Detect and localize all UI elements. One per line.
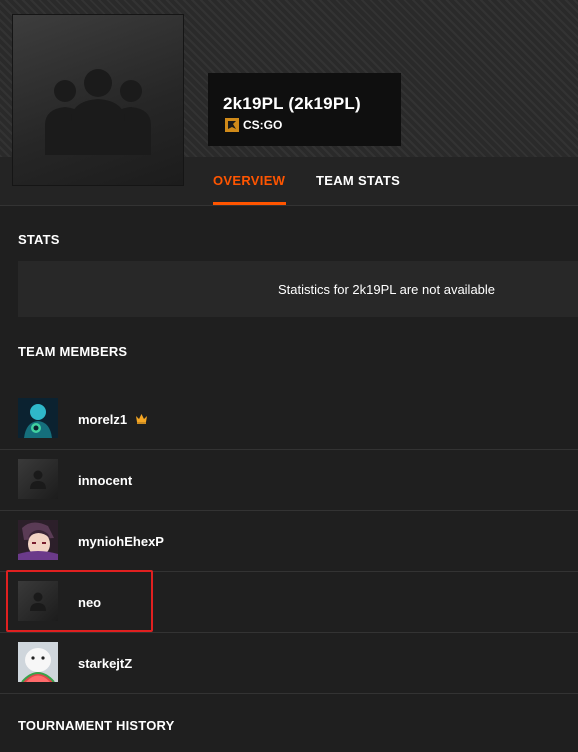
tab-overview[interactable]: OVERVIEW	[213, 173, 285, 188]
crown-icon	[135, 411, 148, 429]
default-avatar-icon	[18, 459, 58, 499]
member-row[interactable]: neo	[0, 572, 578, 633]
team-avatar	[13, 15, 183, 185]
member-name[interactable]: morelz1	[78, 412, 127, 427]
game-label: CS:GO	[243, 118, 283, 132]
member-avatar	[18, 520, 58, 560]
tab-team-stats[interactable]: TEAM STATS	[316, 173, 400, 188]
member-row[interactable]: morelz1	[0, 389, 578, 450]
default-avatar-icon	[18, 581, 58, 621]
member-name[interactable]: starkejtZ	[78, 656, 132, 671]
active-tab-indicator	[213, 202, 286, 205]
team-members-title: TEAM MEMBERS	[18, 344, 128, 359]
team-name: 2k19PL (2k19PL)	[223, 94, 361, 113]
member-avatar	[18, 642, 58, 682]
stats-section-title: STATS	[18, 232, 60, 247]
member-row[interactable]: innocent	[0, 450, 578, 511]
csgo-icon	[225, 118, 239, 132]
team-title-box: 2k19PL (2k19PL) CS:GO	[208, 73, 401, 146]
stats-unavailable-message: Statistics for 2k19PL are not available	[278, 282, 496, 297]
stats-panel: Statistics for 2k19PL are not available	[18, 261, 578, 317]
member-name[interactable]: innocent	[78, 473, 132, 488]
member-avatar	[18, 398, 58, 438]
member-row[interactable]: starkejtZ	[0, 633, 578, 694]
game-row: CS:GO	[225, 118, 282, 132]
member-row[interactable]: myniohEhexP	[0, 511, 578, 572]
team-placeholder-icon	[45, 69, 151, 155]
member-name[interactable]: myniohEhexP	[78, 534, 164, 549]
member-name[interactable]: neo	[78, 595, 101, 610]
tournament-history-title: TOURNAMENT HISTORY	[18, 718, 175, 733]
